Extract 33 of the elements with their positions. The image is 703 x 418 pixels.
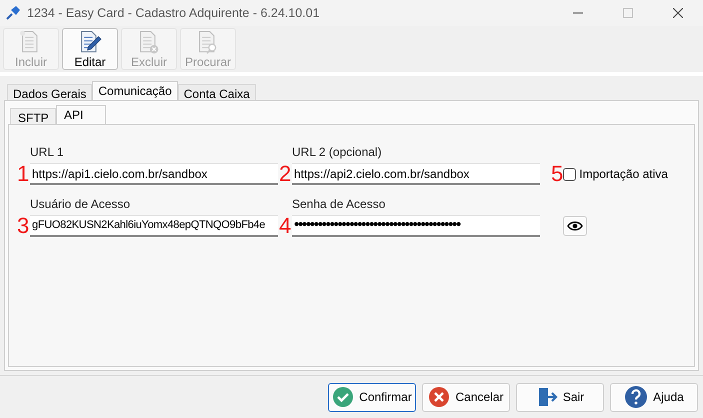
dialog-button[interactable]: Ajuda xyxy=(610,382,698,412)
tab[interactable]: API xyxy=(56,105,106,124)
field-label: URL 1 xyxy=(30,145,65,159)
check-icon xyxy=(332,386,354,408)
input-field[interactable]: https://api2.cielo.com.br/sandbox xyxy=(292,163,540,185)
field-number: 2 xyxy=(279,163,292,185)
show-password-button[interactable] xyxy=(563,216,587,236)
field-number: 4 xyxy=(279,215,292,237)
field-label: Senha de Acesso xyxy=(292,197,386,211)
tab[interactable]: SFTP xyxy=(10,108,56,124)
dialog-button[interactable]: Cancelar xyxy=(422,382,510,412)
tab[interactable]: Conta Caixa xyxy=(178,84,256,100)
eye-icon xyxy=(567,221,583,231)
pin-icon xyxy=(4,4,22,22)
checkbox-label: Importação ativa xyxy=(579,166,668,183)
window-title: 1234 - Easy Card - Cadastro Adquirente - 6.24.10.01 xyxy=(27,4,320,22)
toolbar-button[interactable]: Editar xyxy=(62,28,118,70)
field-number: 3 xyxy=(17,215,30,237)
close-icon[interactable] xyxy=(673,8,683,18)
input-field[interactable]: gFUO82KUSN2Kahl6iuYomx48epQTNQO9bFb4e xyxy=(30,215,278,237)
input-field[interactable]: https://api1.cielo.com.br/sandbox xyxy=(30,163,278,185)
help-icon xyxy=(624,385,648,409)
tab[interactable]: Comunicação xyxy=(92,81,178,100)
checkbox[interactable] xyxy=(563,168,576,180)
field-label: Usuário de Acesso xyxy=(30,197,132,211)
password-field[interactable]: •••••••••••••••••••••••••••••••••••••••••• xyxy=(292,215,540,237)
field-number: 1 xyxy=(17,163,30,185)
field-label: URL 2 (opcional) xyxy=(292,145,383,159)
close-icon xyxy=(428,386,450,408)
field-number: 5 xyxy=(551,163,564,185)
tab[interactable]: Dados Gerais xyxy=(7,84,92,100)
dialog-button[interactable]: Confirmar xyxy=(328,382,416,412)
dialog-button[interactable]: Sair xyxy=(516,382,604,412)
